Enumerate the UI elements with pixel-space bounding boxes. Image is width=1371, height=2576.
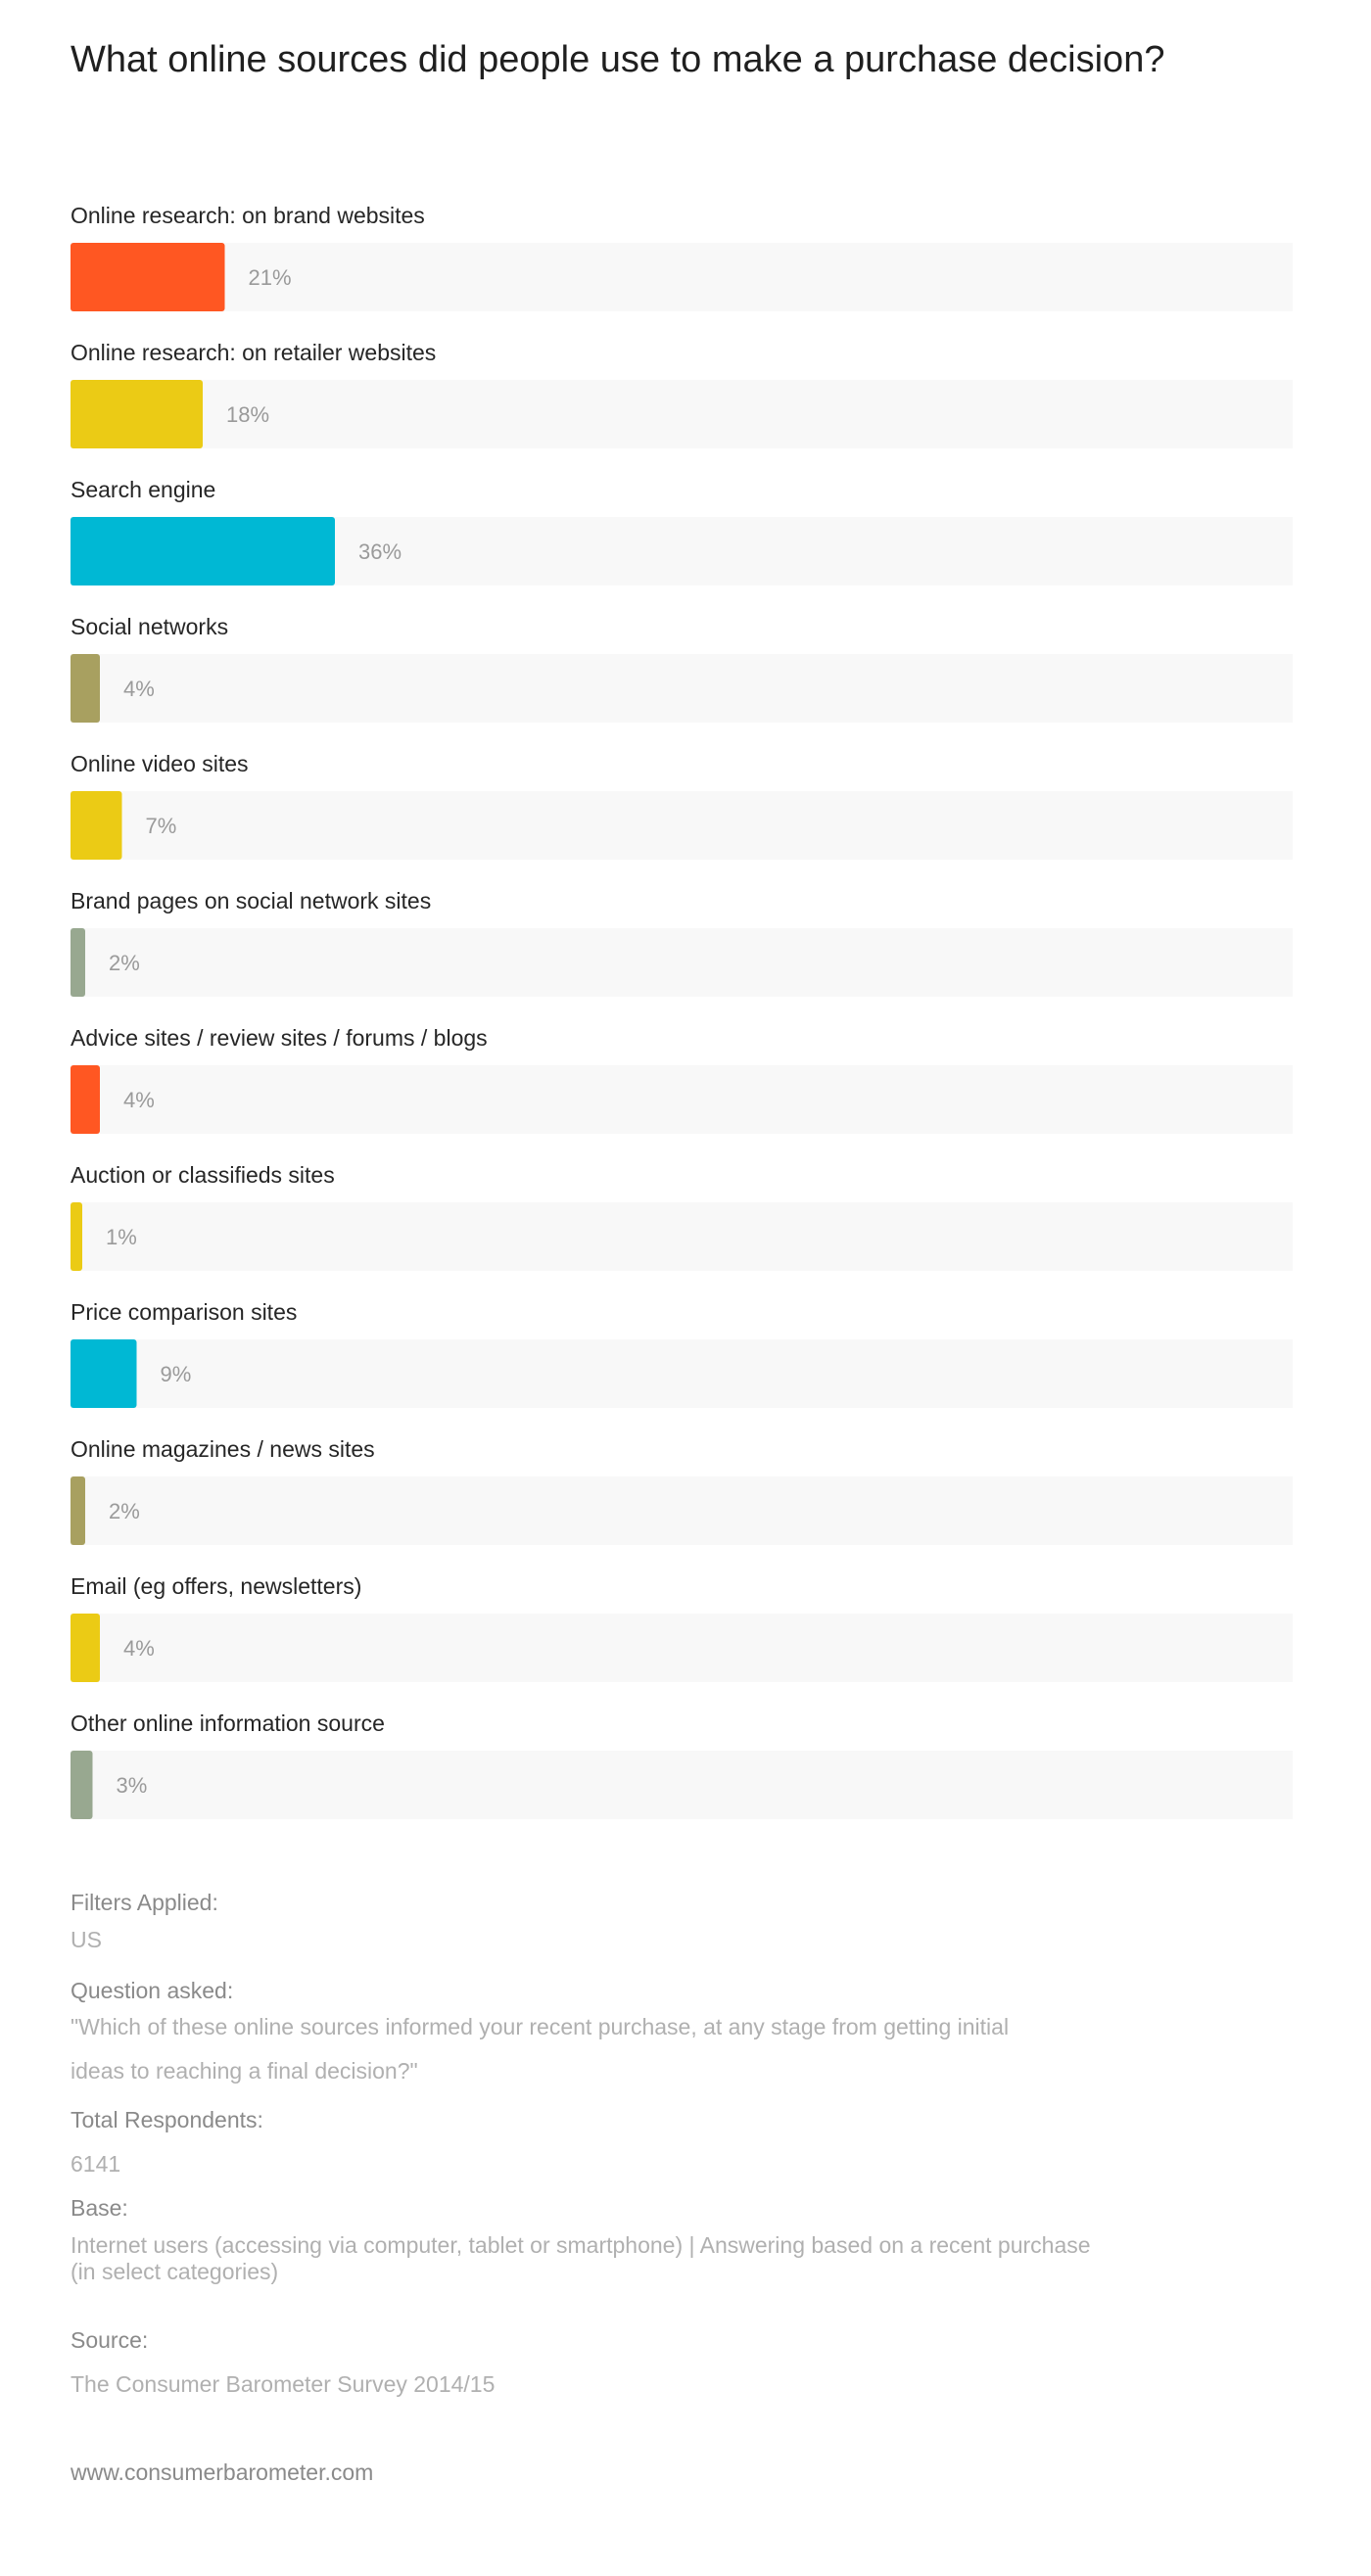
value-label: 3% [117,1773,148,1798]
bar [71,380,203,448]
question-text-line1: "Which of these online sources informed … [71,2014,1010,2039]
value-label: 4% [123,1088,155,1112]
bar [71,243,225,311]
source-heading: Source: [71,2327,149,2353]
bar [71,1476,85,1545]
category-label: Online research: on brand websites [71,203,425,228]
bar [71,791,122,860]
bar-track [71,1751,1293,1819]
bar-track [71,1339,1293,1408]
category-label: Advice sites / review sites / forums / b… [71,1025,488,1051]
bar-track [71,791,1293,860]
category-label: Other online information source [71,1710,385,1736]
category-label: Online magazines / news sites [71,1436,375,1462]
bar [71,928,85,997]
value-label: 36% [358,539,402,564]
category-label: Search engine [71,477,215,502]
value-label: 4% [123,1636,155,1661]
value-label: 18% [226,402,269,427]
filters-value: US [71,1927,102,1952]
category-label: Price comparison sites [71,1299,297,1325]
bar-track [71,654,1293,723]
category-label: Social networks [71,614,228,639]
bar-track [71,1202,1293,1271]
bar [71,1202,82,1271]
value-label: 4% [123,677,155,701]
filters-heading: Filters Applied: [71,1890,218,1915]
value-label: 2% [109,951,140,975]
bar [71,1339,137,1408]
base-text-line2: (in select categories) [71,2259,279,2284]
category-label: Brand pages on social network sites [71,888,431,913]
category-label: Online research: on retailer websites [71,340,436,365]
category-label: Email (eg offers, newsletters) [71,1573,361,1599]
value-label: 1% [106,1225,137,1249]
bar-track [71,1476,1293,1545]
base-heading: Base: [71,2195,128,2221]
base-text-line1: Internet users (accessing via computer, … [71,2232,1091,2258]
source-value: The Consumer Barometer Survey 2014/15 [71,2371,496,2397]
respondents-value: 6141 [71,2151,121,2177]
footer-url[interactable]: www.consumerbarometer.com [71,2459,373,2486]
question-text-line2: ideas to reaching a final decision?" [71,2058,418,2084]
bar [71,1614,100,1682]
value-label: 21% [249,265,292,290]
bar-track [71,928,1293,997]
respondents-heading: Total Respondents: [71,2107,263,2132]
value-label: 2% [109,1499,140,1523]
value-label: 9% [161,1362,192,1386]
value-label: 7% [146,814,177,838]
bar [71,1065,100,1134]
question-heading: Question asked: [71,1978,234,2003]
bar [71,654,100,723]
category-label: Auction or classifieds sites [71,1162,335,1188]
bar-chart: Online research: on brand websites 21% Onl… [71,203,1293,1819]
bar-track [71,1614,1293,1682]
category-label: Online video sites [71,751,249,776]
bar [71,517,335,585]
bar-track [71,1065,1293,1134]
bar [71,1751,93,1819]
